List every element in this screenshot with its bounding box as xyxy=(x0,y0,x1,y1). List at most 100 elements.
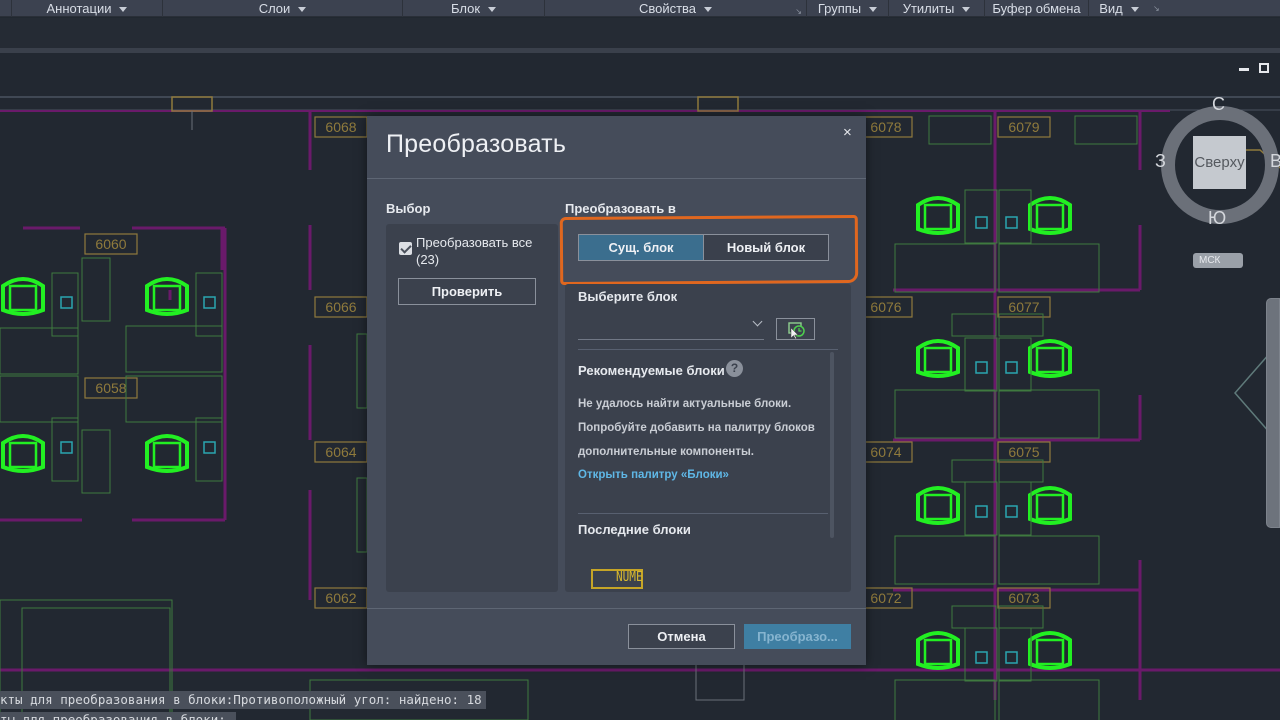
furniture-outline xyxy=(51,272,79,337)
close-icon[interactable]: × xyxy=(843,124,852,141)
ribbon-panel-layers[interactable]: Слои xyxy=(163,0,403,17)
ribbon-panel-label: Вид xyxy=(1099,0,1123,16)
phone-block xyxy=(1005,651,1018,664)
furniture-outline xyxy=(1074,115,1138,145)
ribbon-panel-view[interactable]: Вид xyxy=(1089,0,1149,17)
compass-west[interactable]: З xyxy=(1155,151,1166,172)
furniture-outline xyxy=(964,627,998,682)
furniture-outline xyxy=(51,417,79,482)
selection-pane: Преобразовать все (23) Проверить xyxy=(386,224,558,592)
furniture-outline xyxy=(81,257,111,322)
furniture-outline xyxy=(195,417,223,482)
ribbon-panel-view-launcher[interactable]: ↘ xyxy=(1149,0,1280,17)
chair-seat xyxy=(1035,346,1065,374)
room-tag-label: 6078 xyxy=(870,119,901,135)
compass-south[interactable]: Ю xyxy=(1208,208,1226,229)
chevron-down-icon xyxy=(704,6,713,12)
furniture-outline xyxy=(998,627,1032,682)
autocad-window: Аннотации Слои Блок Свойства ↘ Группы Ут… xyxy=(0,0,1280,720)
recommended-message: дополнительные компоненты. xyxy=(578,446,754,458)
panel-launcher-icon[interactable]: ↘ xyxy=(1153,1,1160,17)
chair-seat xyxy=(1035,638,1065,666)
room-tag-label: 6060 xyxy=(95,236,126,252)
room-tag-label: 6064 xyxy=(325,444,356,460)
room-tag-label: 6074 xyxy=(870,444,901,460)
chevron-down-icon xyxy=(298,6,307,12)
viewcube-top-face[interactable]: Сверху xyxy=(1193,136,1246,189)
chevron-down-icon xyxy=(119,6,128,12)
furniture-outline xyxy=(356,477,368,553)
convert-all-checkbox[interactable] xyxy=(399,242,412,255)
furniture-outline xyxy=(894,389,996,439)
ribbon-panel-annotations[interactable]: Аннотации xyxy=(12,0,163,17)
chair-seat xyxy=(923,346,953,374)
room-tag-label: 6062 xyxy=(325,590,356,606)
room-tag-label: 6073 xyxy=(1008,590,1039,606)
cancel-button[interactable]: Отмена xyxy=(628,624,735,649)
furniture-outline xyxy=(125,375,223,423)
convert-all-label[interactable]: Преобразовать все (23) xyxy=(416,234,552,268)
ribbon-panel-groups[interactable]: Группы xyxy=(807,0,889,17)
furniture-outline xyxy=(695,659,745,701)
navigation-bar[interactable] xyxy=(1266,298,1280,528)
chevron-down-icon xyxy=(962,6,971,12)
restore-viewport-icon[interactable] xyxy=(1259,63,1269,73)
command-prompt-line[interactable]: ты для преобразования в блоки: xyxy=(0,712,236,720)
furniture-outline xyxy=(81,429,111,494)
phone-block xyxy=(975,505,988,518)
compass-east[interactable]: В xyxy=(1270,151,1280,172)
phone-block xyxy=(60,296,73,309)
room-tag-label: 6058 xyxy=(95,380,126,396)
chevron-down-icon xyxy=(1130,6,1139,12)
furniture-outline xyxy=(894,243,996,293)
phone-block xyxy=(1005,505,1018,518)
convert-button[interactable]: Преобразо... xyxy=(744,624,851,649)
ribbon-panel-spacer xyxy=(0,0,12,17)
ribbon-panel-utilities[interactable]: Утилиты xyxy=(889,0,985,17)
room-tag-label: 6066 xyxy=(325,299,356,315)
ribbon-panel-label: Свойства xyxy=(638,0,697,16)
room-tag-label: 6075 xyxy=(1008,444,1039,460)
furniture-outline xyxy=(951,459,997,483)
help-icon[interactable]: ? xyxy=(726,360,743,377)
ribbon-panel-clipboard[interactable]: Буфер обмена xyxy=(985,0,1089,17)
compass-north[interactable]: С xyxy=(1212,94,1225,115)
furniture-outline xyxy=(951,605,997,629)
furniture-outline xyxy=(0,375,79,423)
chair-seat xyxy=(923,203,953,231)
header-block xyxy=(171,96,213,112)
furniture-outline xyxy=(998,389,1100,439)
room-tag-label: 6076 xyxy=(870,299,901,315)
wcs-menu[interactable]: МСК xyxy=(1193,253,1243,268)
divider xyxy=(578,513,828,514)
ribbon-panel-properties[interactable]: Свойства ↘ xyxy=(545,0,807,17)
furniture-outline xyxy=(998,535,1100,585)
ribbon-panel-block[interactable]: Блок xyxy=(403,0,545,17)
furniture-outline xyxy=(998,243,1100,293)
ribbon-panel-label: Утилиты xyxy=(902,0,955,16)
furniture-outline xyxy=(894,535,996,585)
divider xyxy=(578,349,838,350)
chair-seat xyxy=(1035,203,1065,231)
recent-blocks-label: Последние блоки xyxy=(578,522,691,537)
dialog-title: Преобразовать xyxy=(386,130,567,158)
open-blocks-palette-link[interactable]: Открыть палитру «Блоки» xyxy=(578,469,729,481)
ribbon-panel-bar: Аннотации Слои Блок Свойства ↘ Группы Ут… xyxy=(0,0,1280,17)
chair-seat xyxy=(8,441,38,469)
minimize-viewport-icon[interactable] xyxy=(1239,68,1249,71)
pick-block-button[interactable] xyxy=(776,318,815,340)
file-tab-bar xyxy=(0,18,1280,48)
furniture-outline xyxy=(964,337,998,392)
check-button[interactable]: Проверить xyxy=(398,278,536,305)
selection-label: Выбор xyxy=(386,201,431,216)
furniture-outline xyxy=(998,679,1100,720)
scrollbar[interactable] xyxy=(830,352,834,538)
viewcube[interactable]: Сверху С Ю З В xyxy=(1155,94,1280,230)
furniture-outline xyxy=(356,333,368,409)
room-tag-label: 6077 xyxy=(1008,299,1039,315)
highlight-annotation xyxy=(559,214,859,286)
furniture-outline xyxy=(0,327,79,375)
phone-block xyxy=(975,651,988,664)
block-dropdown[interactable] xyxy=(578,316,764,340)
chair-seat xyxy=(923,493,953,521)
